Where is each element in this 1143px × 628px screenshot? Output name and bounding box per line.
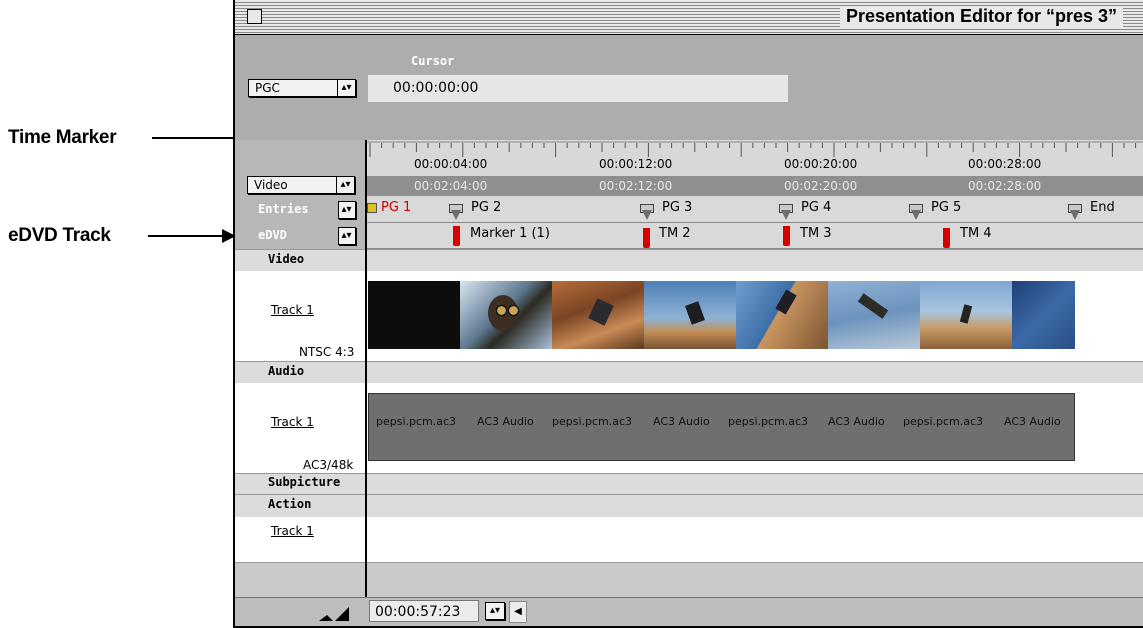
entry-end[interactable]: End [1090, 200, 1115, 215]
time-marker-icon[interactable] [453, 226, 460, 246]
edvd-label: eDVD [258, 228, 287, 242]
action-track-area[interactable] [235, 517, 1143, 562]
time-marker-icon[interactable] [943, 228, 950, 248]
edvd-marker-tm4[interactable]: TM 4 [960, 226, 992, 241]
entry-pg1[interactable]: PG 1 [381, 200, 411, 215]
video-thumbnail-7[interactable] [920, 281, 1012, 349]
video-view-popup[interactable]: Video ▴▾ [247, 176, 355, 194]
source-timecode-1: 00:02:04:00 [414, 179, 488, 193]
ruler-timecode-1: 00:00:04:00 [414, 157, 488, 171]
audio-clip-label: AC3 Audio [653, 415, 710, 428]
edvd-marker-tm2[interactable]: TM 2 [659, 226, 691, 241]
time-marker-annotation: Time Marker [8, 127, 117, 148]
action-track-name[interactable]: Track 1 [271, 524, 314, 538]
edvd-track-annotation: eDVD Track [8, 225, 111, 246]
edvd-marker-1[interactable]: Marker 1 (1) [470, 226, 550, 241]
video-view-popup-label: Video [254, 178, 288, 192]
cursor-label: Cursor [411, 54, 455, 68]
audio-clip-label: pepsi.pcm.ac3 [728, 415, 809, 428]
duration-stepper[interactable]: ▴▾ [485, 602, 505, 620]
subpicture-section-label: Subpicture [268, 475, 341, 489]
video-thumbnail-4[interactable] [644, 281, 736, 349]
video-thumbnail-2[interactable] [460, 281, 552, 349]
action-section-label: Action [268, 497, 312, 511]
close-box-icon[interactable] [247, 9, 262, 24]
video-thumbnail-5[interactable] [736, 281, 828, 349]
scroll-left-arrow-icon[interactable]: ◀ [509, 601, 527, 623]
audio-clip-label: pepsi.pcm.ac3 [376, 415, 457, 428]
popup-arrows-icon: ▴▾ [341, 204, 352, 215]
audio-track-format: AC3/48k [303, 458, 354, 472]
empty-track-area [235, 562, 1143, 598]
entries-popup[interactable]: ▴▾ [338, 201, 356, 219]
edvd-popup[interactable]: ▴▾ [338, 227, 356, 245]
popup-arrows-icon: ▴▾ [489, 605, 501, 616]
video-track-name[interactable]: Track 1 [271, 303, 314, 317]
entry-pg5[interactable]: PG 5 [931, 200, 961, 215]
source-timecode-4: 00:02:28:00 [968, 179, 1042, 193]
bottom-bar: 00:00:57:23 ▴▾ ◀ [235, 597, 1143, 626]
audio-track-name[interactable]: Track 1 [271, 415, 314, 429]
presentation-editor-window: Presentation Editor for “pres 3” PGC ▴▾ … [233, 0, 1143, 628]
duration-field[interactable]: 00:00:57:23 [369, 600, 479, 622]
window-title: Presentation Editor for “pres 3” [839, 6, 1123, 27]
audio-clip-label: pepsi.pcm.ac3 [552, 415, 633, 428]
audio-clip-label: pepsi.pcm.ac3 [903, 415, 984, 428]
video-thumbnail-1[interactable] [368, 281, 460, 349]
pgc-popup-label: PGC [255, 81, 280, 95]
time-marker-icon[interactable] [643, 228, 650, 248]
ruler-timecode-2: 00:00:12:00 [599, 157, 673, 171]
subpicture-section-bar [235, 473, 1143, 494]
time-marker-icon[interactable] [783, 226, 790, 246]
ruler-timecode-3: 00:00:20:00 [784, 157, 858, 171]
header-divider [365, 140, 367, 626]
source-timecode-2: 00:02:12:00 [599, 179, 673, 193]
audio-section-bar [235, 361, 1143, 383]
ruler-timecode-4: 00:00:28:00 [968, 157, 1042, 171]
entry-pg3[interactable]: PG 3 [662, 200, 692, 215]
popup-arrows-icon: ▴▾ [341, 230, 352, 241]
pg1-entry-flag-icon[interactable] [367, 203, 377, 213]
entry-pg2[interactable]: PG 2 [471, 200, 501, 215]
source-timecode-3: 00:02:20:00 [784, 179, 858, 193]
entries-label: Entries [258, 202, 309, 216]
pgc-popup[interactable]: PGC ▴▾ [248, 79, 356, 97]
audio-clip-block[interactable]: pepsi.pcm.ac3 AC3 Audio pepsi.pcm.ac3 AC… [368, 393, 1075, 461]
audio-clip-label: AC3 Audio [828, 415, 885, 428]
action-section-bar [235, 494, 1143, 517]
entry-pg4[interactable]: PG 4 [801, 200, 831, 215]
video-thumbnail-6[interactable] [828, 281, 920, 349]
video-section-label: Video [268, 252, 305, 266]
video-thumbnail-3[interactable] [552, 281, 644, 349]
popup-arrows-icon: ▴▾ [336, 177, 354, 193]
title-bar[interactable]: Presentation Editor for “pres 3” [235, 0, 1143, 35]
audio-clip-label: AC3 Audio [477, 415, 534, 428]
audio-clip-label: AC3 Audio [1004, 415, 1061, 428]
video-section-bar [235, 249, 1143, 271]
popup-arrows-icon: ▴▾ [337, 80, 355, 96]
audio-section-label: Audio [268, 364, 305, 378]
edvd-marker-tm3[interactable]: TM 3 [800, 226, 832, 241]
zoom-mountains-icon[interactable] [319, 603, 363, 623]
top-panel: PGC ▴▾ Cursor 00:00:00:00 [235, 35, 1143, 140]
video-track-format: NTSC 4:3 [299, 345, 355, 359]
cursor-timecode-field[interactable]: 00:00:00:00 [368, 75, 788, 102]
edvd-track-callout-line [148, 235, 232, 237]
video-thumbnail-8[interactable] [1012, 281, 1075, 349]
